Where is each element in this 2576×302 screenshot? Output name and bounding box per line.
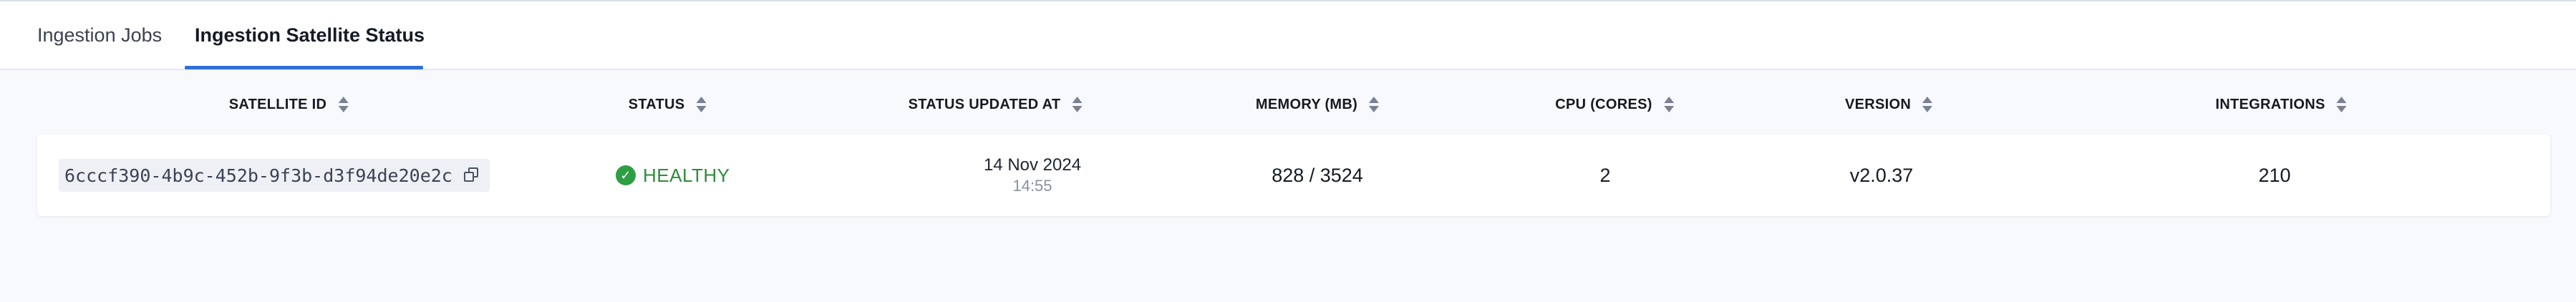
- sort-icon[interactable]: [1072, 97, 1083, 112]
- cpu-value: 2: [1599, 164, 1611, 186]
- copy-icon[interactable]: [463, 167, 480, 183]
- tab-ingestion-satellite-status[interactable]: Ingestion Satellite Status: [195, 1, 425, 69]
- memory-value: 828 / 3524: [1272, 164, 1363, 186]
- column-header-version[interactable]: VERSION: [1844, 93, 1933, 116]
- column-header-status-updated-at[interactable]: STATUS UPDATED AT: [909, 93, 1083, 116]
- column-header-satellite-id[interactable]: SATELLITE ID: [229, 93, 349, 116]
- updated-date: 14 Nov 2024: [983, 155, 1082, 175]
- status-text: HEALTHY: [643, 164, 730, 186]
- integrations-value: 210: [2258, 164, 2291, 186]
- column-header-status[interactable]: STATUS: [629, 93, 707, 116]
- sort-icon[interactable]: [1922, 97, 1933, 112]
- column-header-label: MEMORY (MB): [1255, 96, 1358, 112]
- sort-icon[interactable]: [2336, 97, 2347, 112]
- tab-ingestion-jobs[interactable]: Ingestion Jobs: [37, 1, 162, 69]
- column-header-label: VERSION: [1844, 96, 1912, 112]
- status-updated-at: 14 Nov 2024 14:55: [984, 135, 1081, 216]
- column-header-memory[interactable]: MEMORY (MB): [1255, 93, 1380, 116]
- tab-bar: Ingestion Jobs Ingestion Satellite Statu…: [0, 1, 2576, 70]
- column-header-label: STATUS: [628, 96, 685, 112]
- check-circle-icon: ✓: [616, 165, 636, 185]
- table-row[interactable]: 6cccf390-4b9c-452b-9f3b-d3f94de20e2c ✓ H…: [37, 135, 2550, 216]
- sort-icon[interactable]: [1663, 97, 1674, 112]
- active-tab-indicator: [185, 66, 423, 69]
- sort-icon[interactable]: [338, 97, 349, 112]
- version-value: v2.0.37: [1849, 164, 1914, 186]
- column-header-label: CPU (CORES): [1555, 96, 1652, 112]
- status-badge: ✓ HEALTHY: [616, 135, 730, 216]
- updated-time: 14:55: [1012, 177, 1052, 195]
- column-header-label: INTEGRATIONS: [2215, 96, 2325, 112]
- satellite-id-chip: 6cccf390-4b9c-452b-9f3b-d3f94de20e2c: [59, 159, 490, 192]
- column-header-cpu[interactable]: CPU (CORES): [1555, 93, 1674, 116]
- satellite-id: 6cccf390-4b9c-452b-9f3b-d3f94de20e2c: [64, 165, 452, 186]
- column-header-label: SATELLITE ID: [228, 96, 327, 112]
- column-header-label: STATUS UPDATED AT: [908, 96, 1061, 112]
- sort-icon[interactable]: [696, 97, 707, 112]
- sort-icon[interactable]: [1369, 97, 1380, 112]
- column-header-integrations[interactable]: INTEGRATIONS: [2215, 93, 2347, 116]
